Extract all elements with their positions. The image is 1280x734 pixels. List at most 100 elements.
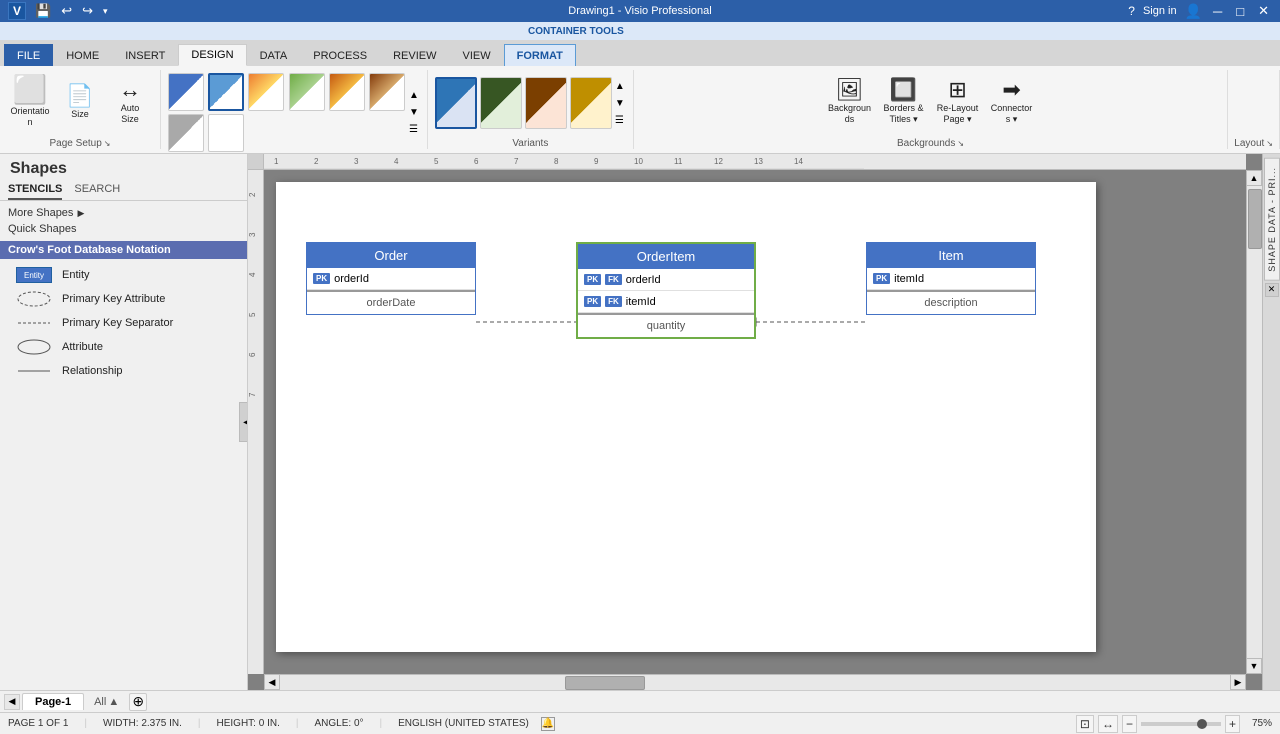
- svg-text:3: 3: [354, 157, 359, 166]
- connectors-icon: ➡: [1002, 79, 1020, 101]
- shape-data-tab[interactable]: SHAPE DATA - PRI...: [1264, 158, 1280, 281]
- theme-swatch-4[interactable]: [289, 73, 325, 111]
- save-button[interactable]: 💾: [32, 2, 54, 20]
- page-tab-page1[interactable]: Page-1: [22, 693, 84, 710]
- stencil-item-attribute[interactable]: Attribute: [12, 335, 235, 359]
- stencil-item-entity[interactable]: Entity Entity: [12, 263, 235, 287]
- tab-design[interactable]: DESIGN: [178, 44, 246, 66]
- maximize-button[interactable]: □: [1233, 3, 1247, 20]
- entity-order[interactable]: Order PK orderId orderDate: [306, 242, 476, 315]
- quick-shapes-link[interactable]: Quick Shapes: [8, 221, 239, 237]
- hscroll-track[interactable]: [280, 674, 1230, 690]
- fit-page-button[interactable]: ⊡: [1076, 715, 1094, 733]
- page-nav-back[interactable]: ◀: [4, 694, 20, 710]
- status-notification[interactable]: 🔔: [541, 717, 555, 731]
- tab-format[interactable]: FORMAT: [504, 44, 576, 66]
- more-shapes-link[interactable]: More Shapes ▶: [8, 205, 239, 221]
- undo-button[interactable]: ↩: [58, 2, 75, 20]
- shapes-tab-search[interactable]: SEARCH: [74, 180, 120, 200]
- collapse-panel-button[interactable]: ◀: [239, 402, 248, 442]
- page-setup-expand[interactable]: ↘: [104, 139, 111, 148]
- theme-swatch-8[interactable]: [208, 114, 244, 152]
- tab-process[interactable]: PROCESS: [300, 44, 380, 66]
- close-button[interactable]: ✕: [1255, 2, 1272, 20]
- ribbon-group-page-setup: ⬜ Orientation 📄 Size ↔ AutoSize Page Set…: [0, 70, 161, 149]
- entity-item[interactable]: Item PK itemId description: [866, 242, 1036, 315]
- tab-review[interactable]: REVIEW: [380, 44, 449, 66]
- orientation-label: Orientation: [9, 106, 51, 128]
- add-page-button[interactable]: ⊕: [129, 693, 147, 711]
- attribute-shape-preview: [14, 339, 54, 355]
- page-tab-all[interactable]: All ▲: [86, 694, 127, 710]
- vscroll-thumb[interactable]: [1248, 189, 1262, 249]
- tab-insert[interactable]: INSERT: [112, 44, 178, 66]
- variants-scroll-up[interactable]: ▲: [613, 79, 627, 94]
- hscroll-thumb[interactable]: [565, 676, 645, 690]
- tab-view[interactable]: VIEW: [449, 44, 503, 66]
- tab-file[interactable]: FILE: [4, 44, 53, 66]
- ribbon-group-backgrounds: 🖼 Backgrounds 🔲 Borders & Titles ▾ ⊞ Re-…: [634, 70, 1228, 149]
- scroll-up[interactable]: ▲: [1246, 170, 1262, 186]
- tab-home[interactable]: HOME: [53, 44, 112, 66]
- vscroll-track[interactable]: [1246, 186, 1262, 658]
- theme-swatch-5[interactable]: [329, 73, 365, 111]
- zoom-in-button[interactable]: +: [1225, 715, 1240, 733]
- variants-scroll-down[interactable]: ▼: [613, 96, 627, 111]
- variant-swatch-4[interactable]: [570, 77, 612, 129]
- variant-swatch-3[interactable]: [525, 77, 567, 129]
- redo-button[interactable]: ↪: [79, 2, 96, 20]
- orientation-button[interactable]: ⬜ Orientation: [6, 72, 54, 132]
- size-button[interactable]: 📄 Size: [56, 72, 104, 132]
- sign-in[interactable]: Sign in: [1143, 5, 1177, 17]
- stencil-item-pk-separator[interactable]: Primary Key Separator: [12, 311, 235, 335]
- theme-swatch-6[interactable]: [369, 73, 405, 111]
- zoom-out-button[interactable]: −: [1122, 715, 1137, 733]
- ribbon-content: ⬜ Orientation 📄 Size ↔ AutoSize Page Set…: [0, 66, 1280, 154]
- variants-more[interactable]: ☰: [613, 113, 627, 128]
- user-icon[interactable]: 👤: [1185, 3, 1202, 20]
- layout-expand[interactable]: ↘: [1266, 139, 1273, 148]
- themes-content: ▲ ▼ ☰: [167, 70, 421, 155]
- scroll-down[interactable]: ▼: [1246, 658, 1262, 674]
- backgrounds-button[interactable]: 🖼 Backgrounds: [824, 72, 876, 132]
- title-right: ? Sign in 👤 ─ □ ✕: [1128, 2, 1272, 20]
- themes-more[interactable]: ☰: [407, 122, 421, 137]
- shapes-tab-stencils[interactable]: STENCILS: [8, 180, 62, 200]
- zoom-slider-thumb[interactable]: [1197, 719, 1207, 729]
- stencil-item-relationship[interactable]: Relationship: [12, 359, 235, 383]
- zoom-slider-track[interactable]: [1141, 722, 1221, 726]
- relayout-page-button[interactable]: ⊞ Re-Layout Page ▾: [932, 72, 984, 132]
- variant-swatch-2[interactable]: [480, 77, 522, 129]
- theme-swatch-7[interactable]: [168, 114, 204, 152]
- theme-swatch-1[interactable]: [168, 73, 204, 111]
- quick-access-toolbar: 💾 ↩ ↪ ▾: [32, 2, 111, 20]
- svg-text:13: 13: [754, 157, 763, 166]
- scroll-right[interactable]: ▶: [1230, 674, 1246, 690]
- fit-width-button[interactable]: ↔: [1098, 715, 1118, 733]
- themes-scroll-down[interactable]: ▼: [407, 105, 421, 120]
- backgrounds-expand[interactable]: ↘: [957, 139, 964, 148]
- borders-titles-button[interactable]: 🔲 Borders & Titles ▾: [878, 72, 930, 132]
- theme-swatch-2[interactable]: [208, 73, 244, 111]
- help-button[interactable]: ?: [1128, 4, 1135, 18]
- tab-data[interactable]: DATA: [247, 44, 301, 66]
- themes-scroll-up[interactable]: ▲: [407, 88, 421, 103]
- qat-customize[interactable]: ▾: [100, 5, 111, 18]
- orientation-icon: ⬜: [13, 76, 48, 104]
- scroll-left[interactable]: ◀: [264, 674, 280, 690]
- close-right-panel[interactable]: ✕: [1265, 283, 1279, 297]
- drawing-canvas[interactable]: Order PK orderId orderDate OrderItem PK …: [276, 182, 1096, 652]
- svg-text:2: 2: [248, 192, 257, 197]
- minimize-button[interactable]: ─: [1210, 3, 1225, 20]
- order-date-attr: orderDate: [307, 292, 475, 314]
- svg-text:7: 7: [248, 392, 257, 397]
- auto-size-label: AutoSize: [121, 103, 140, 125]
- stencil-header[interactable]: Crow's Foot Database Notation: [0, 241, 247, 259]
- stencil-items: Entity Entity Primary Key Attribute: [8, 259, 239, 387]
- auto-size-button[interactable]: ↔ AutoSize: [106, 72, 154, 132]
- stencil-item-pk-attribute[interactable]: Primary Key Attribute: [12, 287, 235, 311]
- entity-orderitem[interactable]: OrderItem PK FK orderId PK FK itemId qua…: [576, 242, 756, 339]
- connectors-button[interactable]: ➡ Connectors ▾: [986, 72, 1038, 132]
- variant-swatch-1[interactable]: [435, 77, 477, 129]
- theme-swatch-3[interactable]: [248, 73, 284, 111]
